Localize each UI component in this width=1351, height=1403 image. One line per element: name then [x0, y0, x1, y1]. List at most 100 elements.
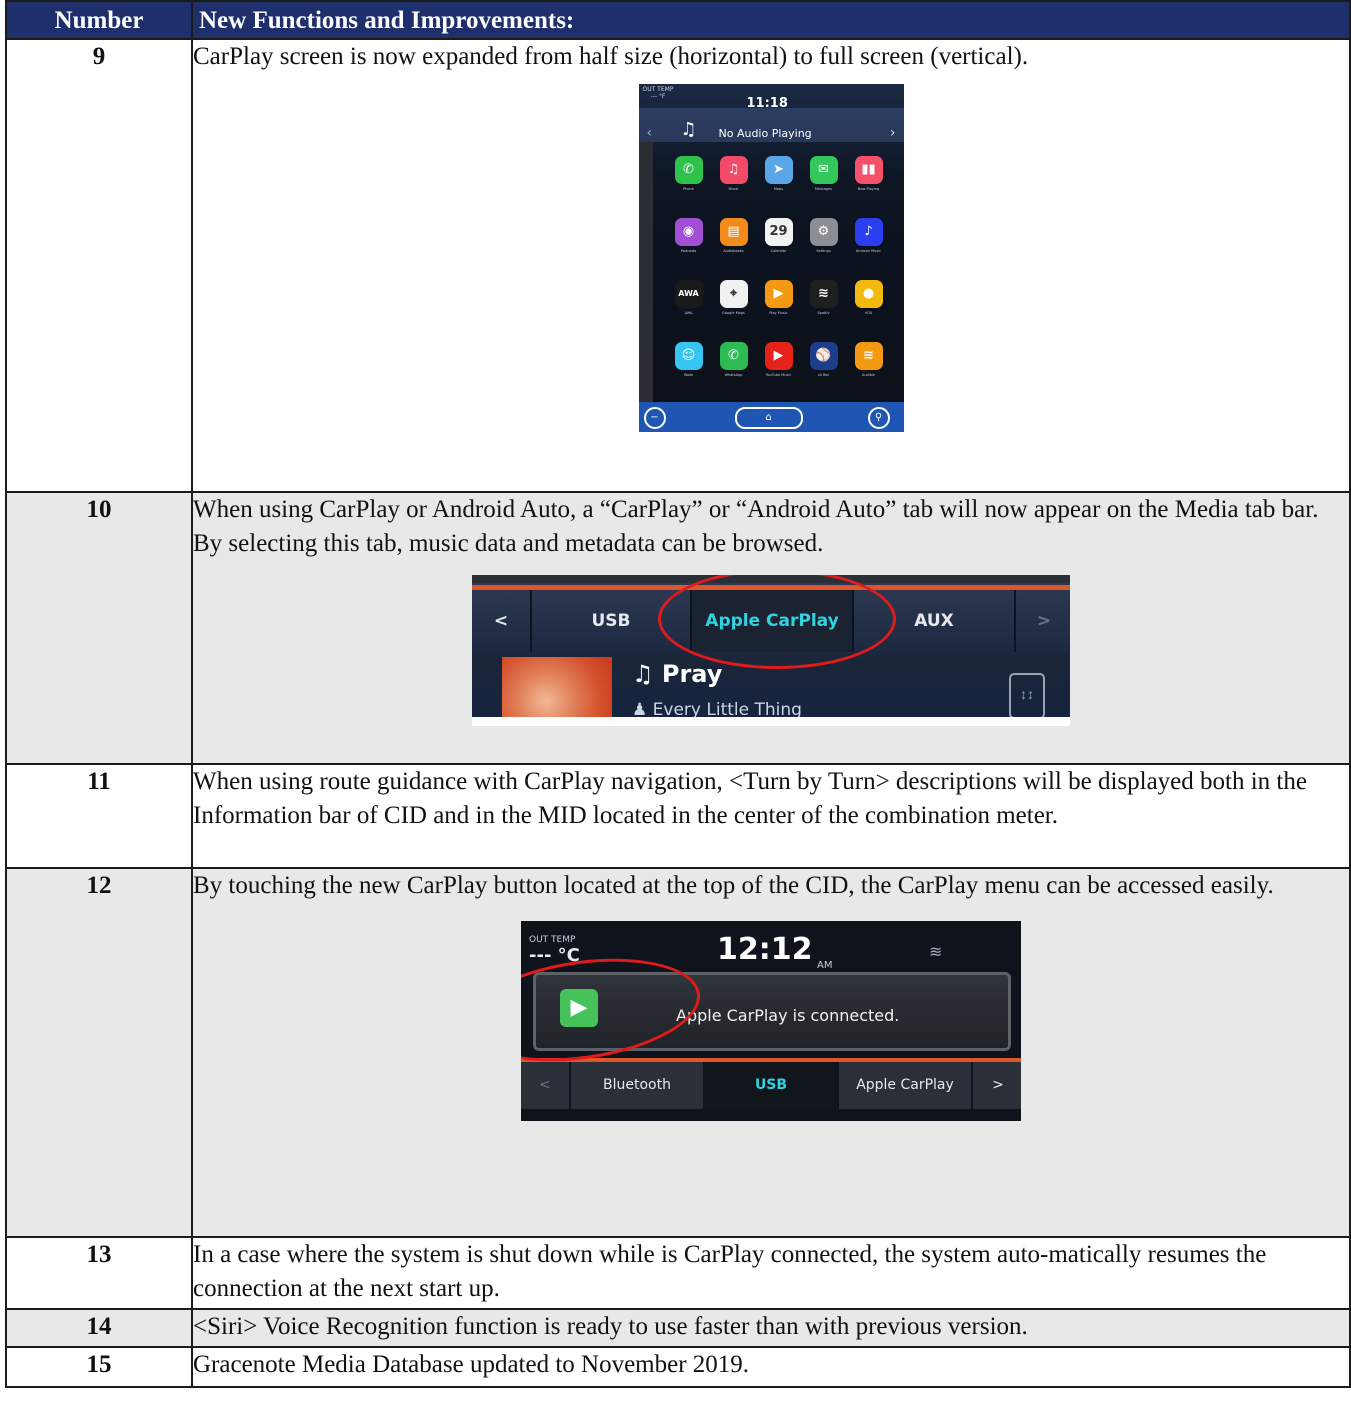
row-number: 10 [5, 491, 193, 765]
whatsapp-icon: ✆ [719, 342, 748, 370]
app-tile[interactable]: ✆ Phone [667, 156, 711, 192]
highlight-circle [658, 575, 896, 669]
music-note-icon: ♫ [632, 660, 654, 688]
at-bat-icon: ⚾ [809, 342, 838, 370]
maps-icon: ➤ [764, 156, 793, 184]
source-tab-bar: < Bluetooth USB Apple CarPlay > [521, 1062, 1021, 1109]
table-row: 12 By touching the new CarPlay button lo… [5, 867, 1351, 1238]
tab-usb[interactable]: USB [703, 1062, 837, 1109]
row-text: When using CarPlay or Android Auto, a “C… [193, 496, 1319, 557]
row-number: 9 [5, 38, 193, 493]
now-playing-text: No Audio Playing [718, 127, 812, 140]
tab-apple-carplay[interactable]: Apple CarPlay [837, 1062, 971, 1109]
app-tile[interactable]: ☺ Waze [667, 342, 711, 378]
app-label: AWA [684, 311, 693, 315]
waze-icon: ☺ [674, 342, 703, 370]
out-temp-value: --- °F [650, 93, 666, 100]
now-playing-bar[interactable]: ‹ ♫ No Audio Playing › [638, 108, 904, 142]
app-tile[interactable]: ● VOX [847, 280, 891, 316]
chevron-right-icon[interactable]: > [971, 1062, 1021, 1109]
bottom-bar: − ⌂ ⚲ [638, 402, 904, 432]
album-art [502, 657, 612, 717]
artist-icon: ♟ [632, 700, 648, 717]
play-music-icon: ▶ [764, 280, 793, 308]
app-tile[interactable]: AWA AWA [667, 280, 711, 316]
table-row: 14 <Siri> Voice Recognition function is … [5, 1308, 1351, 1348]
row-number: 12 [5, 867, 193, 1238]
media-tab-bar-screenshot: < USB Apple CarPlay AUX > ♫ Pray ♟ Every… [472, 575, 1070, 726]
chevron-left-icon[interactable]: < [472, 590, 530, 652]
app-label: Settings [816, 249, 831, 253]
messages-icon: ✉ [809, 156, 838, 184]
app-label: Phone [683, 187, 694, 191]
amazon-music-icon: ♪ [854, 218, 883, 246]
row-text: <Siri> Voice Recognition function is rea… [191, 1308, 1351, 1348]
app-label: Calendar [770, 249, 787, 253]
artist-name: Every Little Thing [652, 700, 802, 717]
table-row: 13 In a case where the system is shut do… [5, 1236, 1351, 1310]
app-label: Play Music [769, 311, 788, 315]
tab-bluetooth[interactable]: Bluetooth [569, 1062, 703, 1109]
app-label: Music [728, 187, 739, 191]
google-maps-icon: ⌖ [719, 280, 748, 308]
podcasts-icon: ◉ [674, 218, 703, 246]
app-tile[interactable]: ⚙ Settings [802, 218, 846, 254]
minus-icon[interactable]: − [643, 407, 666, 429]
carplay-connected-screenshot: OUT TEMP --- °C 12:12 AM ≋ ▶ Apple CarPl… [521, 921, 1021, 1121]
equalizer-icon[interactable]: ↕↕ [1009, 673, 1045, 717]
app-tile[interactable]: ≋ Audible [847, 342, 891, 378]
table-row: 9 CarPlay screen is now expanded from ha… [5, 38, 1351, 493]
chevron-left-icon[interactable]: < [521, 1062, 569, 1109]
row-number: 15 [5, 1346, 193, 1388]
app-label: Audiobooks [723, 249, 744, 253]
now-playing-icon: ▮▮ [854, 156, 883, 184]
app-tile[interactable]: ≋ Spotify [802, 280, 846, 316]
clock: 12:12 [717, 932, 813, 967]
side-dock [638, 142, 653, 404]
app-label: Now Playing [857, 187, 880, 191]
row-text: CarPlay screen is now expanded from half… [193, 43, 1029, 70]
phone-icon: ✆ [674, 156, 703, 184]
carplay-home-screenshot: OUT TEMP --- °F 11:18 ‹ ♫ No Audio Playi… [638, 84, 904, 432]
app-tile[interactable]: ➤ Maps [757, 156, 801, 192]
app-tile[interactable]: ▮▮ Now Playing [847, 156, 891, 192]
chevron-right-icon[interactable]: > [1014, 590, 1070, 652]
song-title: Pray [661, 660, 723, 688]
header-number: Number [5, 0, 193, 40]
header-description: New Functions and Improvements: [191, 0, 1351, 40]
music-icon: ♫ [719, 156, 748, 184]
row-text: In a case where the system is shut down … [191, 1236, 1351, 1310]
audiobooks-icon: ▤ [719, 218, 748, 246]
chevron-right-icon[interactable]: › [890, 116, 896, 150]
app-tile[interactable]: ◉ Podcasts [667, 218, 711, 254]
awa-icon: AWA [674, 280, 703, 308]
app-tile[interactable]: ♪ Amazon Music [847, 218, 891, 254]
app-tile[interactable]: ⚾ At Bat [802, 342, 846, 378]
app-tile[interactable]: ✉ Messages [802, 156, 846, 192]
app-tile[interactable]: ⌖ Google Maps [712, 280, 756, 316]
out-temp-label: OUT TEMP [642, 86, 674, 93]
settings-icon: ⚙ [809, 218, 838, 246]
app-tile[interactable]: ✆ WhatsApp [712, 342, 756, 378]
app-tile[interactable]: ♫ Music [712, 156, 756, 192]
music-note-icon: ♫ [680, 119, 697, 140]
app-tile[interactable]: ▶ Play Music [757, 280, 801, 316]
row-text: When using route guidance with CarPlay n… [191, 763, 1351, 869]
audible-icon: ≋ [854, 342, 883, 370]
app-label: YouTube Music [765, 373, 792, 377]
app-tile[interactable]: ▶ YouTube Music [757, 342, 801, 378]
home-button[interactable]: ⌂ [734, 407, 803, 429]
app-tile[interactable]: 29 Calendar [757, 218, 801, 254]
vox-icon: ● [854, 280, 883, 308]
app-label: Waze [683, 373, 694, 377]
app-label: Podcasts [680, 249, 697, 253]
user-icon[interactable]: ⚲ [867, 407, 890, 429]
app-tile[interactable]: ▤ Audiobooks [712, 218, 756, 254]
app-label: Audible [861, 373, 876, 377]
app-label: Messages [814, 187, 833, 191]
table-row: 10 When using CarPlay or Android Auto, a… [5, 491, 1351, 765]
table-row: 11 When using route guidance with CarPla… [5, 763, 1351, 869]
calendar-icon: 29 [764, 218, 793, 246]
spotify-icon: ≋ [809, 280, 838, 308]
row-text: Gracenote Media Database updated to Nove… [191, 1346, 1351, 1388]
